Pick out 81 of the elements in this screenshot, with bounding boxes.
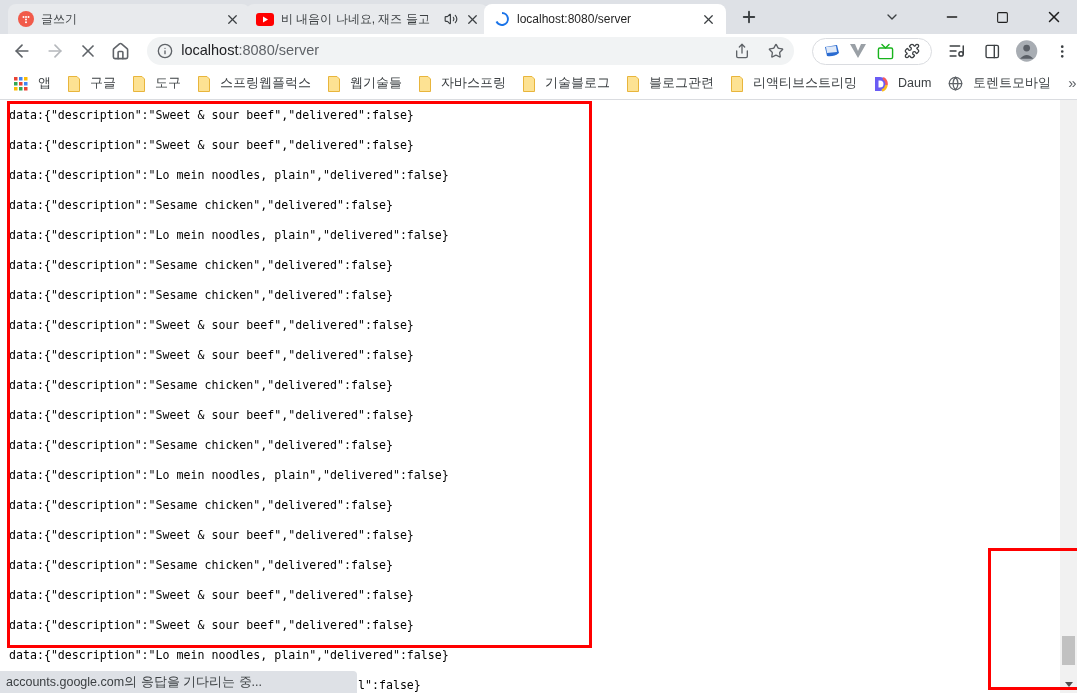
url-text: localhost:8080/server <box>181 41 320 61</box>
apps-grid-icon <box>14 76 28 91</box>
bookmark-item[interactable]: 블로그관련 <box>627 74 714 93</box>
folder-icon <box>198 75 210 92</box>
event-line: data:{"description":"Sweet & sour beef","delivered":false} <box>9 137 414 155</box>
tv-icon[interactable] <box>876 42 894 60</box>
event-line: data:{"description":"Sweet & sour beef","delivered":false} <box>9 527 414 545</box>
event-line: data:{"description":"Sesame chicken","delivered":false} <box>9 437 393 455</box>
event-line: data:{"description":"Sweet & sour beef","delivered":false} <box>9 407 414 425</box>
bookmark-item[interactable]: 스프링웹플럭스 <box>198 74 311 93</box>
status-bubble: accounts.google.com의 응답을 기다리는 중... <box>0 671 357 693</box>
folder-icon <box>523 75 535 92</box>
loading-spinner-icon <box>494 11 510 27</box>
side-panel-icon[interactable] <box>983 42 1001 60</box>
event-line: data:{"description":"Sesame chicken","delivered":false} <box>9 197 393 215</box>
bookmark-label: 웹기술들 <box>350 75 402 93</box>
folder-icon <box>328 75 340 92</box>
scroll-down-icon[interactable] <box>1064 682 1073 687</box>
scrollbar[interactable] <box>1060 100 1077 693</box>
bookmark-item[interactable]: 기술블로그 <box>523 74 610 93</box>
bookmark-label: 자바스프링 <box>441 75 506 93</box>
tab-title: 글쓰기 <box>41 11 77 28</box>
speaker-icon <box>443 12 458 26</box>
bookmark-item[interactable]: 구글 <box>68 74 116 93</box>
media-controls-icon[interactable] <box>948 42 966 60</box>
bookmark-label: 스프링웹플럭스 <box>220 75 311 93</box>
event-line: data:{"description":"Sweet & sour beef","delivered":false} <box>9 617 414 635</box>
event-line: data:{"description":"Sweet & sour beef","delivered":false} <box>9 587 414 605</box>
event-line: data:{"description":"Lo mein noodles, plain","delivered":false} <box>9 647 449 665</box>
event-line: data:{"description":"Lo mein noodles, plain","delivered":false} <box>9 227 449 245</box>
folder-icon <box>627 75 639 92</box>
scroll-thumb[interactable] <box>1062 636 1075 665</box>
extensions-icon[interactable] <box>904 43 921 59</box>
play-logo-icon <box>256 12 274 26</box>
bookmark-item[interactable]: 자바스프링 <box>419 74 506 93</box>
bookmark-label: Daum <box>898 75 932 93</box>
bookmark-label: 앱 <box>38 75 51 93</box>
browser-tab[interactable]: 비 내음이 나네요, 재즈 들고 <box>246 4 488 34</box>
folder-icon <box>133 75 145 92</box>
globe-icon <box>948 76 964 91</box>
bookmark-label: 구글 <box>90 75 116 93</box>
folder-icon <box>731 75 743 92</box>
bookmark-label: 리액티브스트리밍 <box>753 75 857 93</box>
event-line: data:{"description":"Sweet & sour beef","delivered":false} <box>9 347 414 365</box>
bookmark-item[interactable]: 앱 <box>14 74 51 93</box>
bookmark-item[interactable]: 리액티브스트리밍 <box>731 74 857 93</box>
event-line: data:{"description":"Sweet & sour beef","delivered":false} <box>9 317 414 335</box>
folder-icon <box>68 75 80 92</box>
event-line: data:{"description":"Lo mein noodles, plain","delivered":false} <box>9 467 449 485</box>
bookmark-item[interactable]: 도구 <box>133 74 181 93</box>
home-icon <box>111 41 131 61</box>
event-line: data:{"description":"Sesame chicken","delivered":false} <box>9 497 393 515</box>
folder-icon <box>419 75 431 92</box>
tab-title: 비 내음이 나네요, 재즈 들고 <box>281 11 430 28</box>
bookmark-label: 토렌트모바일 <box>973 75 1052 93</box>
address-bar[interactable]: localhost:8080/server <box>147 37 794 65</box>
bookmark-star-icon[interactable] <box>767 43 784 59</box>
browser-tab[interactable]: 글쓰기 <box>8 4 250 34</box>
bookmark-item[interactable]: 토렌트모바일 <box>948 74 1052 93</box>
bookmark-label: 기술블로그 <box>545 75 610 93</box>
new-tab-icon[interactable] <box>740 8 758 26</box>
event-line: data:{"description":"Sesame chicken","delivered":false} <box>9 377 393 395</box>
v-logo-icon[interactable] <box>850 44 867 58</box>
tab-title: localhost:8080/server <box>517 11 632 28</box>
bookmark-item[interactable]: 웹기술들 <box>328 74 402 93</box>
bookmark-item[interactable]: Daum <box>874 74 932 93</box>
event-line: data:{"description":"Sesame chicken","delivered":false} <box>9 557 393 575</box>
d-logo-icon <box>874 75 888 92</box>
more-bookmarks-button[interactable]: » <box>1068 72 1077 95</box>
info-icon[interactable] <box>157 43 174 59</box>
bookmark-label: 블로그관련 <box>649 75 714 93</box>
bookmark-label: 도구 <box>155 75 181 93</box>
event-line: data:{"description":"Sweet & sour beef","delivered":false} <box>9 107 414 125</box>
event-line: l":false} <box>358 677 421 693</box>
event-line: data:{"description":"Lo mein noodles, plain","delivered":false} <box>9 167 449 185</box>
profile-avatar[interactable] <box>1016 40 1038 62</box>
event-line: data:{"description":"Sesame chicken","delivered":false} <box>9 257 393 275</box>
maximize-icon[interactable] <box>996 10 1009 24</box>
share-icon[interactable] <box>733 43 750 59</box>
event-line: data:{"description":"Sesame chicken","delivered":false} <box>9 287 393 305</box>
browser-tab[interactable]: localhost:8080/server <box>484 4 726 34</box>
